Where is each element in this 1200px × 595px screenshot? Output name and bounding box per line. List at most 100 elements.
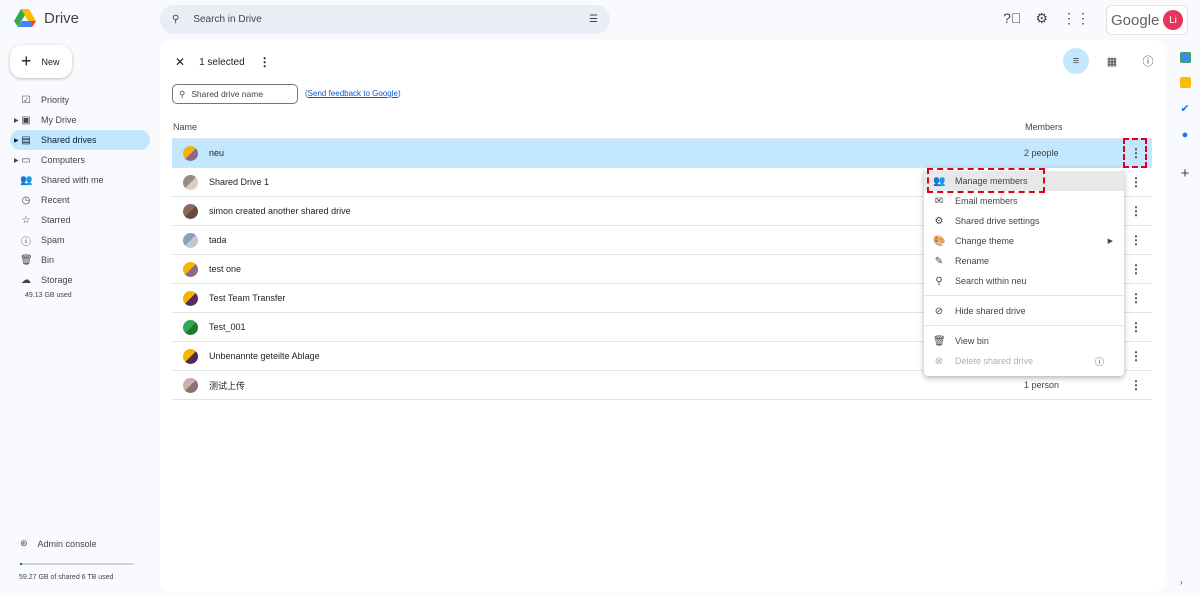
menu-icon: 🎨: [933, 235, 946, 247]
drive-thumbnail: [183, 348, 198, 364]
paren-close: ): [397, 89, 401, 98]
highlight-box: [1123, 138, 1147, 168]
menu-icon: 🗑: [933, 335, 946, 347]
nav-label: Shared drives: [41, 135, 97, 145]
new-button[interactable]: + New: [10, 45, 72, 78]
search-icon: ⚲: [172, 14, 180, 25]
menu-label: Rename: [955, 256, 990, 266]
search-input[interactable]: Search in Drive: [193, 14, 261, 25]
gear-icon[interactable]: ⚙: [1035, 10, 1048, 27]
menu-divider: [924, 325, 1124, 326]
contacts-icon[interactable]: ●: [1182, 129, 1189, 141]
calendar-icon[interactable]: [1179, 52, 1191, 63]
column-header-name[interactable]: Name: [173, 122, 197, 132]
sidebar-item-priority[interactable]: ☑ Priority: [10, 90, 150, 110]
sidebar-item-storage[interactable]: ☁ Storage: [10, 270, 150, 290]
more-vert-icon[interactable]: ⋮: [1130, 204, 1142, 218]
drive-thumbnail: [183, 290, 198, 306]
drive-thumbnail: [183, 203, 198, 219]
sidebar-item-shared-drives[interactable]: ▶ ▤ Shared drives: [10, 130, 150, 150]
drive-logo[interactable]: Drive: [14, 8, 79, 28]
more-vert-icon[interactable]: ⋮: [1130, 262, 1142, 276]
sidebar-item-computers[interactable]: ▶ ▭ Computers: [10, 150, 150, 170]
table-row[interactable]: neu 2 people ⋮: [172, 138, 1152, 168]
send-feedback-link[interactable]: Send feedback to Google: [308, 89, 398, 98]
nav-label: Bin: [41, 255, 55, 265]
expand-caret-icon[interactable]: ▶: [14, 117, 19, 124]
menu-label: View bin: [955, 336, 989, 346]
info-icon[interactable]: ⓘ: [1095, 355, 1104, 368]
menu-item-rename[interactable]: ✎ Rename: [924, 251, 1124, 271]
drive-name: simon created another shared drive: [209, 206, 351, 216]
more-vert-icon[interactable]: ⋮: [1130, 175, 1142, 189]
context-menu: 👥 Manage members ✉ Email members ⚙ Shared dri…: [924, 168, 1124, 376]
expand-caret-icon[interactable]: ▶: [14, 137, 19, 144]
highlight-box: [927, 168, 1045, 193]
filter-icon[interactable]: ≡: [1063, 48, 1089, 74]
nav-icon: 🗑: [20, 254, 33, 266]
sidebar-item-my-drive[interactable]: ▶ ▣ My Drive: [10, 110, 150, 130]
google-wordmark: Google: [1111, 11, 1160, 29]
menu-icon: ⊗: [934, 355, 944, 367]
menu-icon: ⚙: [934, 215, 944, 227]
menu-divider: [924, 295, 1124, 296]
close-icon[interactable]: ✕: [175, 55, 185, 69]
grid-view-icon[interactable]: ▦: [1099, 48, 1125, 74]
sidebar-nav: ☑ Priority ▶ ▣ My Drive ▶ ▤ Shared drives ▶ ▭ Comp…: [10, 90, 150, 290]
apps-grid-icon[interactable]: ⋮⋮: [1062, 10, 1090, 27]
drive-members: 1 person: [1024, 380, 1060, 390]
account-box[interactable]: Google Li: [1106, 5, 1188, 35]
sidebar-item-bin[interactable]: 🗑 Bin: [10, 250, 150, 270]
more-vert-icon[interactable]: ⋮: [1130, 349, 1142, 363]
sidebar-item-spam[interactable]: ⓘ Spam: [10, 230, 150, 250]
menu-item-delete-shared-drive: ⊗ Delete shared drive ⓘ: [924, 351, 1124, 371]
nav-icon: ☑: [21, 94, 31, 106]
drive-name: 测试上传: [209, 380, 246, 391]
admin-console-link[interactable]: ⊛ Admin console: [20, 538, 97, 549]
more-vert-icon[interactable]: ⋮: [1130, 378, 1142, 392]
menu-item-change-theme[interactable]: 🎨 Change theme ▶: [924, 231, 1124, 251]
storage-used: 49.13 GB used: [25, 292, 72, 299]
menu-item-email-members[interactable]: ✉ Email members: [924, 191, 1124, 211]
plus-icon: +: [21, 51, 32, 71]
menu-icon: ✉: [934, 195, 944, 207]
more-vert-icon[interactable]: ⋮: [259, 55, 271, 69]
search-bar[interactable]: ⚲ Search in Drive ☰: [160, 5, 610, 34]
nav-label: Storage: [41, 275, 73, 285]
shared-storage-bar: [20, 563, 134, 565]
search-options-icon[interactable]: ☰: [589, 14, 598, 25]
menu-label: Search within neu: [955, 276, 1027, 286]
more-vert-icon[interactable]: ⋮: [1130, 291, 1142, 305]
menu-item-hide-shared-drive[interactable]: ⊘ Hide shared drive: [924, 301, 1124, 321]
menu-item-search-within-neu[interactable]: ⚲ Search within neu: [924, 271, 1124, 291]
expand-caret-icon[interactable]: ▶: [14, 157, 19, 164]
nav-icon: ☁: [21, 274, 31, 286]
drive-name: tada: [209, 235, 227, 245]
expand-panel-icon[interactable]: ›: [1180, 578, 1183, 587]
sidebar-item-starred[interactable]: ☆ Starred: [10, 210, 150, 230]
avatar[interactable]: Li: [1163, 10, 1183, 30]
nav-label: My Drive: [41, 115, 77, 125]
shared-drive-filter-input[interactable]: ⚲ Shared drive name: [172, 84, 298, 104]
help-icon[interactable]: ?⃝: [1003, 10, 1021, 27]
add-addon-icon[interactable]: +: [1181, 165, 1190, 182]
nav-label: Computers: [41, 155, 86, 165]
drive-name: test one: [209, 264, 242, 274]
menu-item-shared-drive-settings[interactable]: ⚙ Shared drive settings: [924, 211, 1124, 231]
drive-logo-icon: [14, 9, 36, 27]
drive-thumbnail: [183, 232, 198, 248]
info-icon[interactable]: ⓘ: [1135, 48, 1161, 74]
sidebar-item-recent[interactable]: ◷ Recent: [10, 190, 150, 210]
more-vert-icon[interactable]: ⋮: [1130, 320, 1142, 334]
drive-name: Unbenannte geteilte Ablage: [209, 351, 320, 361]
keep-icon[interactable]: [1179, 77, 1191, 88]
more-vert-icon[interactable]: ⋮: [1130, 233, 1142, 247]
tasks-icon[interactable]: ✔: [1180, 102, 1189, 115]
drive-thumbnail: [183, 174, 198, 190]
sidebar-item-shared-with-me[interactable]: 👥 Shared with me: [10, 170, 150, 190]
drive-thumbnail: [183, 319, 198, 335]
menu-item-view-bin[interactable]: 🗑 View bin: [924, 331, 1124, 351]
menu-label: Shared drive settings: [955, 216, 1040, 226]
drive-name: Shared Drive 1: [209, 177, 270, 187]
drive-members: 2 people: [1024, 148, 1059, 158]
